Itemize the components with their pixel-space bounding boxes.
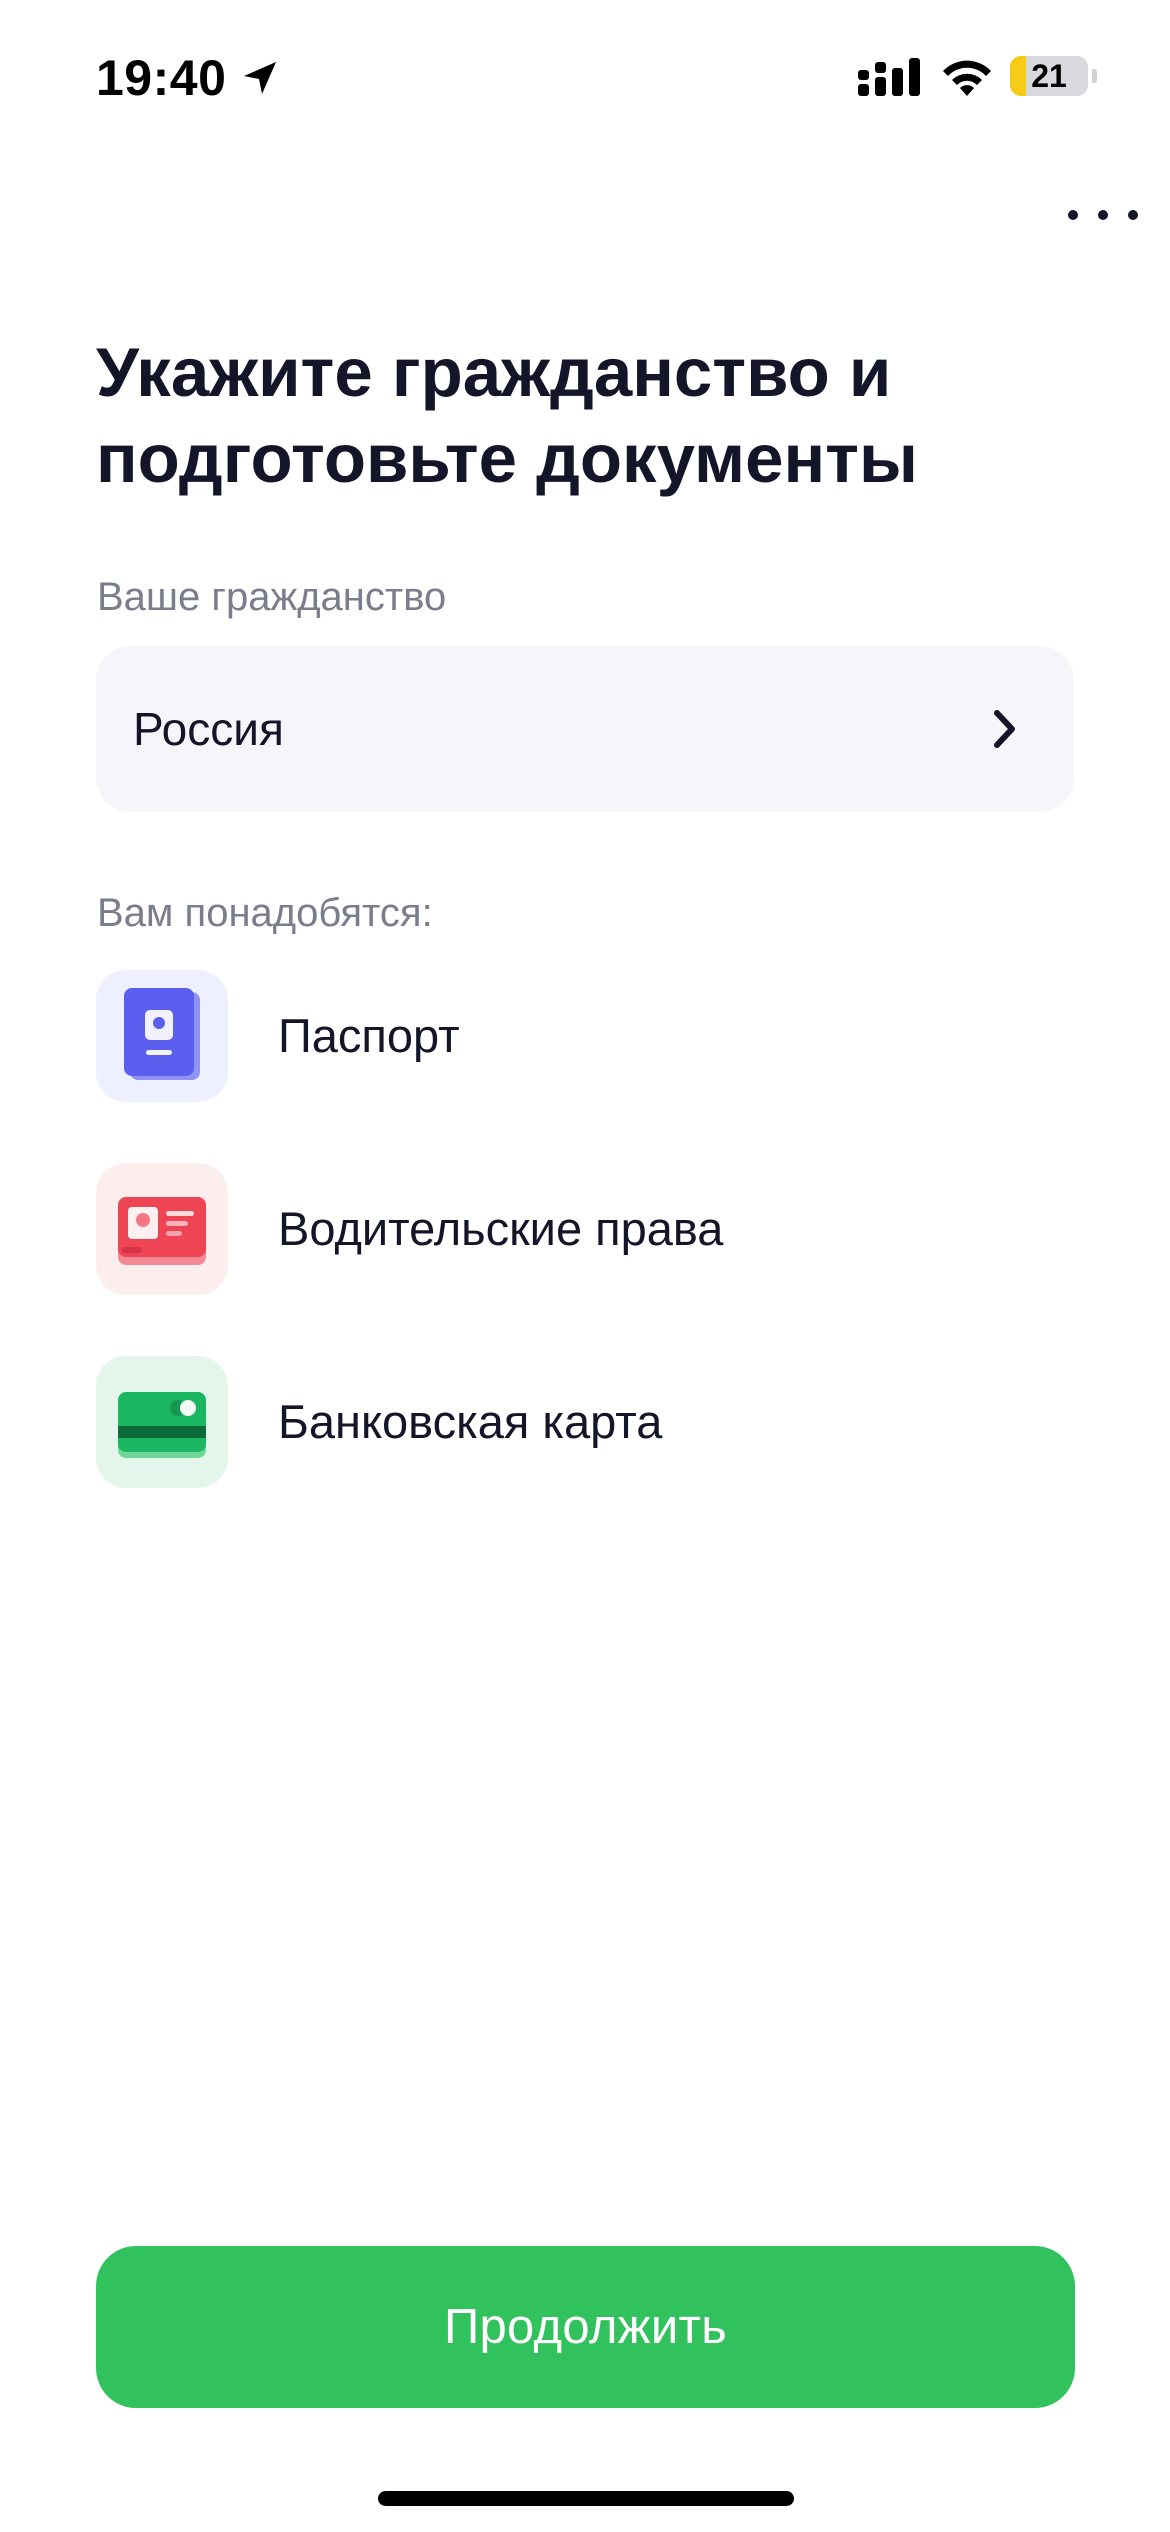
- signal-icon: [858, 58, 920, 96]
- requirement-item-drivers-license: Водительские права: [96, 1163, 1074, 1295]
- location-arrow-icon: [244, 62, 277, 94]
- status-time: 19:40: [96, 50, 280, 106]
- requirement-item-passport: Паспорт: [96, 970, 1074, 1102]
- more-options-button[interactable]: [1068, 200, 1138, 230]
- requirement-item-bank-card: Банковская карта: [96, 1356, 1074, 1488]
- requirement-label-drivers-license: Водительские права: [278, 1202, 724, 1255]
- battery-icon: 21: [1010, 56, 1097, 96]
- status-time-label: 19:40: [96, 50, 227, 106]
- bank-card-icon: [118, 1392, 206, 1458]
- home-indicator: [378, 2491, 794, 2506]
- battery-level: 21: [1031, 58, 1067, 94]
- requirements-label: Вам понадобятся:: [97, 891, 433, 935]
- drivers-license-icon: [118, 1197, 206, 1265]
- wifi-icon: [943, 60, 991, 96]
- page-title: Укажите гражданство и подготовьте докуме…: [96, 334, 918, 497]
- drivers-license-tile: [96, 1163, 228, 1295]
- citizenship-select[interactable]: Россия: [96, 646, 1074, 812]
- bank-card-tile: [96, 1356, 228, 1488]
- passport-icon: [124, 988, 200, 1080]
- citizenship-label: Ваше гражданство: [97, 575, 447, 619]
- continue-button[interactable]: Продолжить: [96, 2246, 1075, 2408]
- citizenship-value: Россия: [133, 703, 284, 755]
- passport-tile: [96, 970, 228, 1102]
- requirement-label-passport: Паспорт: [278, 1009, 460, 1062]
- chevron-right-icon: [994, 710, 1015, 748]
- requirement-label-bank-card: Банковская карта: [278, 1395, 663, 1448]
- more-dots-icon: [1068, 210, 1078, 220]
